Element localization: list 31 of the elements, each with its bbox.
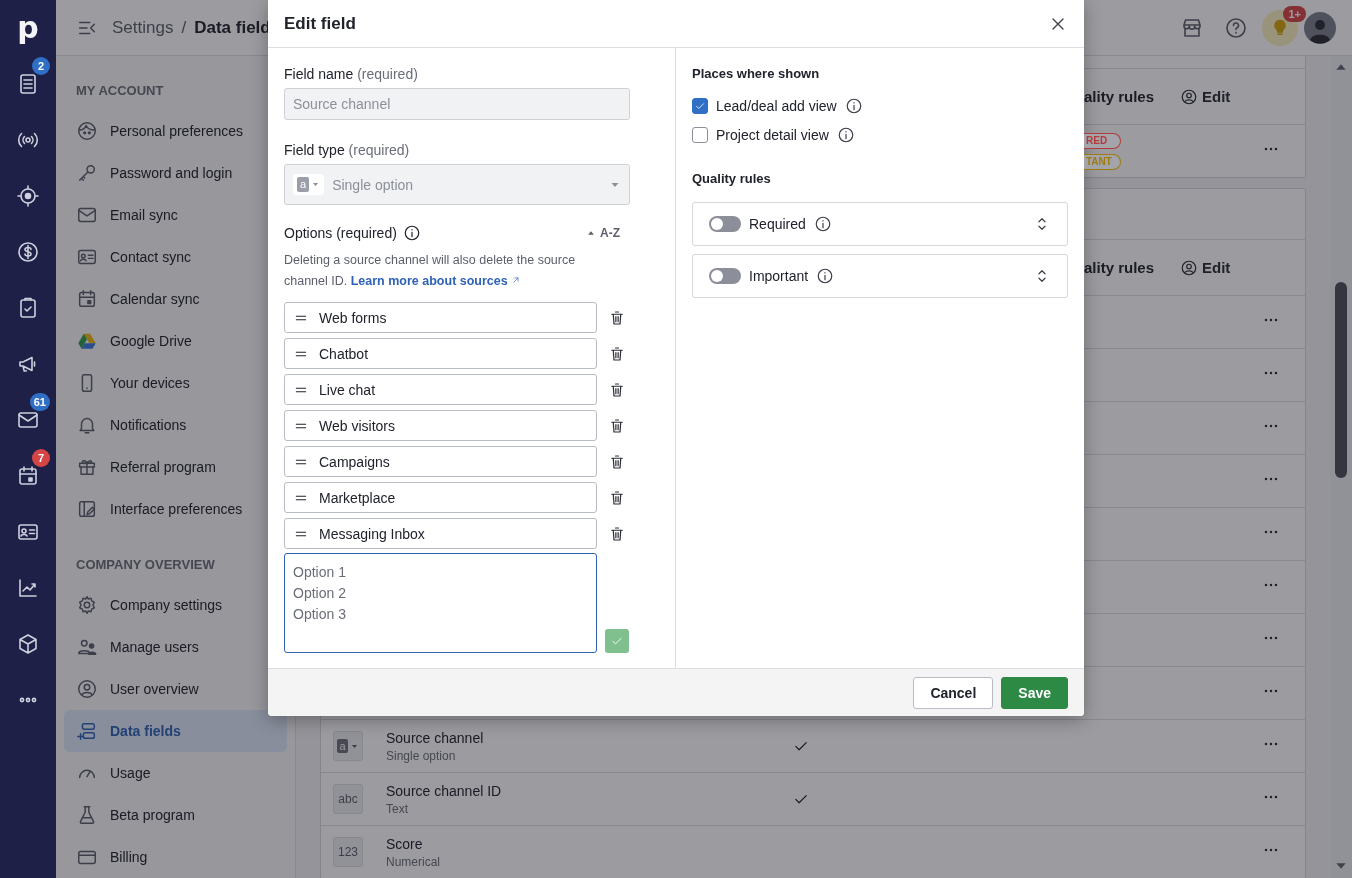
field-type: Single option: [386, 748, 457, 763]
status-tag: TANT: [1084, 153, 1121, 170]
field-label: Field type (required): [284, 142, 411, 158]
count-badge: 2: [32, 57, 50, 75]
field-name: Score: [386, 835, 424, 852]
section-heading: COMPANY OVERVIEW: [76, 556, 215, 572]
rule-label: Important: [749, 268, 809, 284]
field-label: Field name (required): [284, 66, 419, 82]
section-heading: MY ACCOUNT: [76, 82, 164, 98]
help-text: Deleting a source channel will also delete the source channel ID. Learn more about sources: [284, 252, 577, 290]
section-heading: Places where shown: [692, 66, 821, 81]
field-name: Source channel ID: [386, 782, 503, 799]
checkbox-label: Lead/deal add view: [716, 97, 837, 114]
column-header: ality rules: [1084, 259, 1156, 276]
field-label: Options (required): [284, 225, 397, 241]
section-heading: Quality rules: [692, 171, 772, 186]
dialog-title: Edit field: [284, 13, 357, 34]
count-badge: 61: [29, 393, 50, 411]
field-type-badge: abc: [333, 784, 363, 814]
field-type-badge: 123: [333, 837, 363, 867]
column-header: ality rules: [1084, 88, 1156, 105]
field-type-badge: a: [333, 731, 363, 761]
breadcrumb-separator: /: [181, 17, 187, 38]
checkbox-label: Project detail view: [716, 126, 829, 143]
field-type: Numerical: [386, 854, 441, 869]
notification-badge: 1+: [1283, 5, 1306, 22]
status-tag: RED: [1084, 132, 1121, 149]
rule-label: Required: [749, 216, 806, 232]
field-type: Text: [386, 801, 409, 816]
field-name: Source channel: [386, 729, 485, 746]
count-badge: 7: [32, 449, 50, 467]
